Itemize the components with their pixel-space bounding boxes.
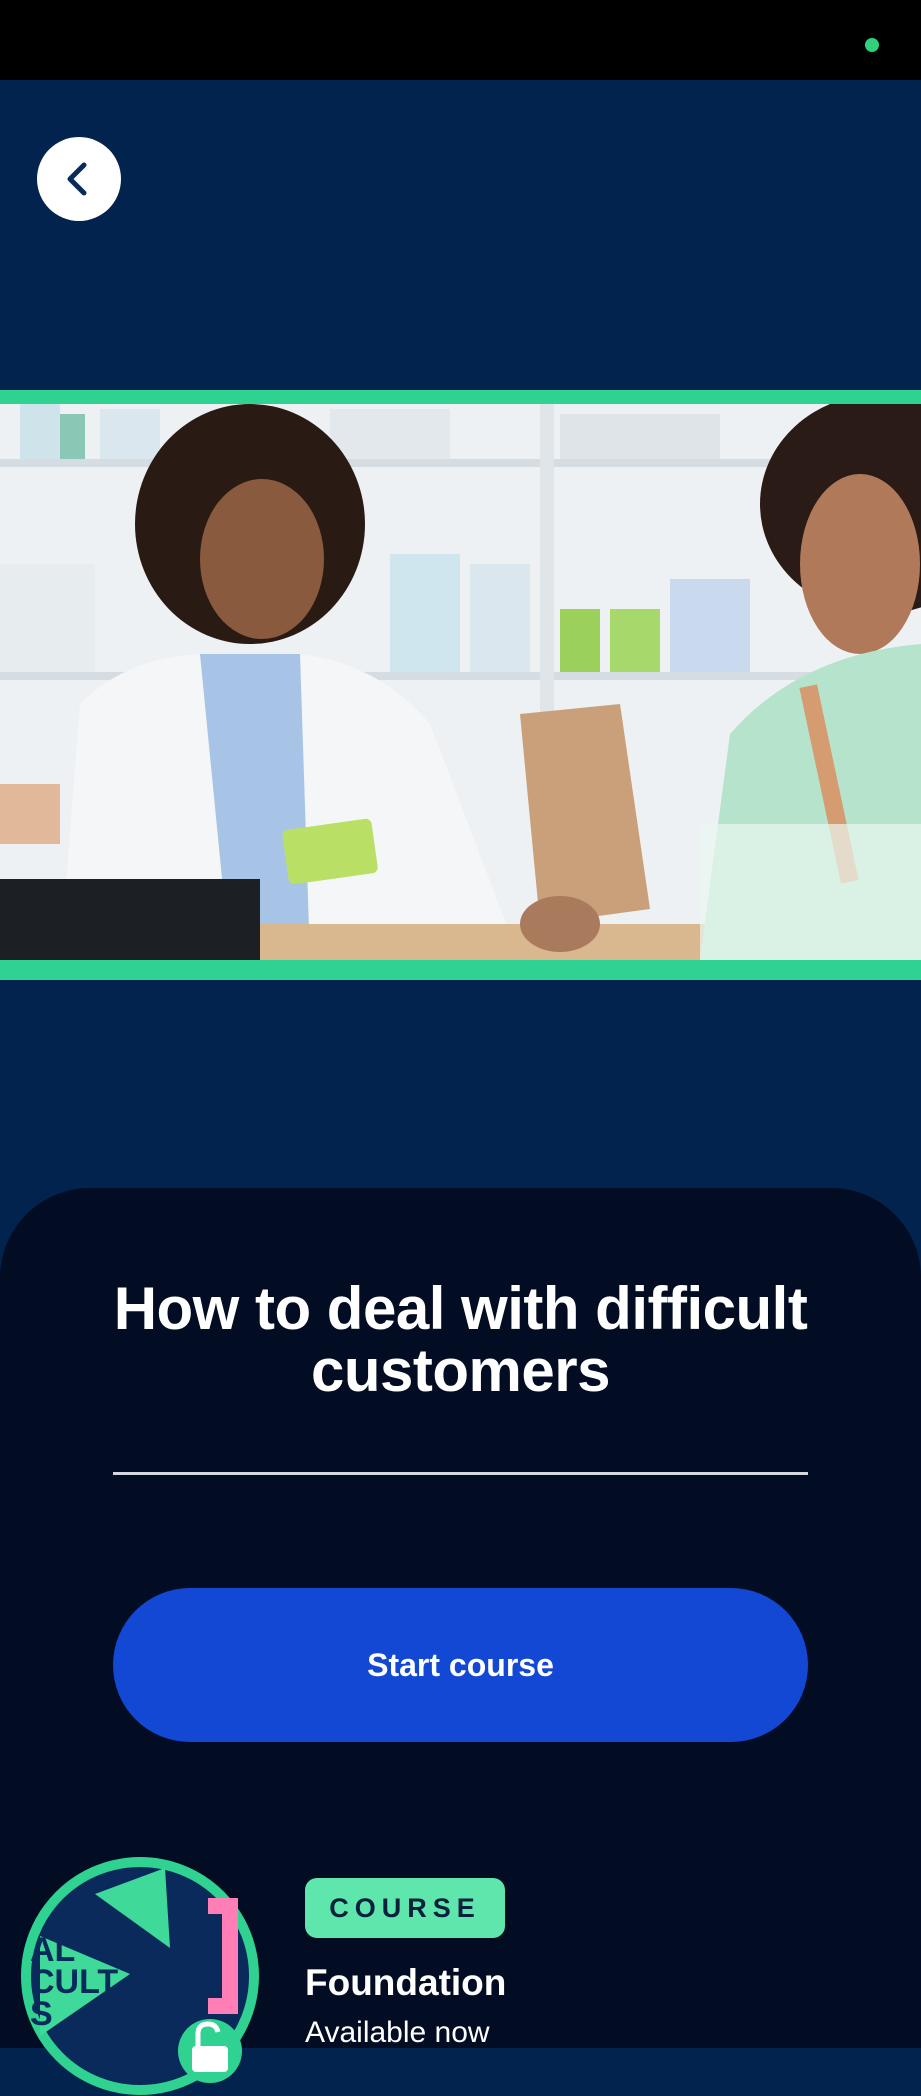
course-level: Foundation xyxy=(305,1962,507,2003)
header-area xyxy=(0,80,921,390)
course-title: How to deal with difficult customers xyxy=(113,1275,808,1404)
course-type-badge: COURSE xyxy=(305,1878,505,1938)
pharmacy-scene-illustration xyxy=(0,404,921,960)
course-badge-graphic: AL CULT S xyxy=(21,1857,259,2095)
back-button[interactable] xyxy=(37,137,121,221)
badge-text-line-3: S xyxy=(30,1995,53,2033)
availability-status: Available now xyxy=(305,2016,490,2049)
status-bar xyxy=(0,0,921,80)
start-course-button[interactable]: Start course xyxy=(113,1588,808,1742)
chevron-left-icon xyxy=(67,162,87,196)
divider xyxy=(113,1472,808,1475)
status-dot-icon xyxy=(865,38,879,52)
hero-image-frame xyxy=(0,390,921,980)
hero-image xyxy=(0,404,921,960)
unlock-icon xyxy=(178,2019,242,2083)
